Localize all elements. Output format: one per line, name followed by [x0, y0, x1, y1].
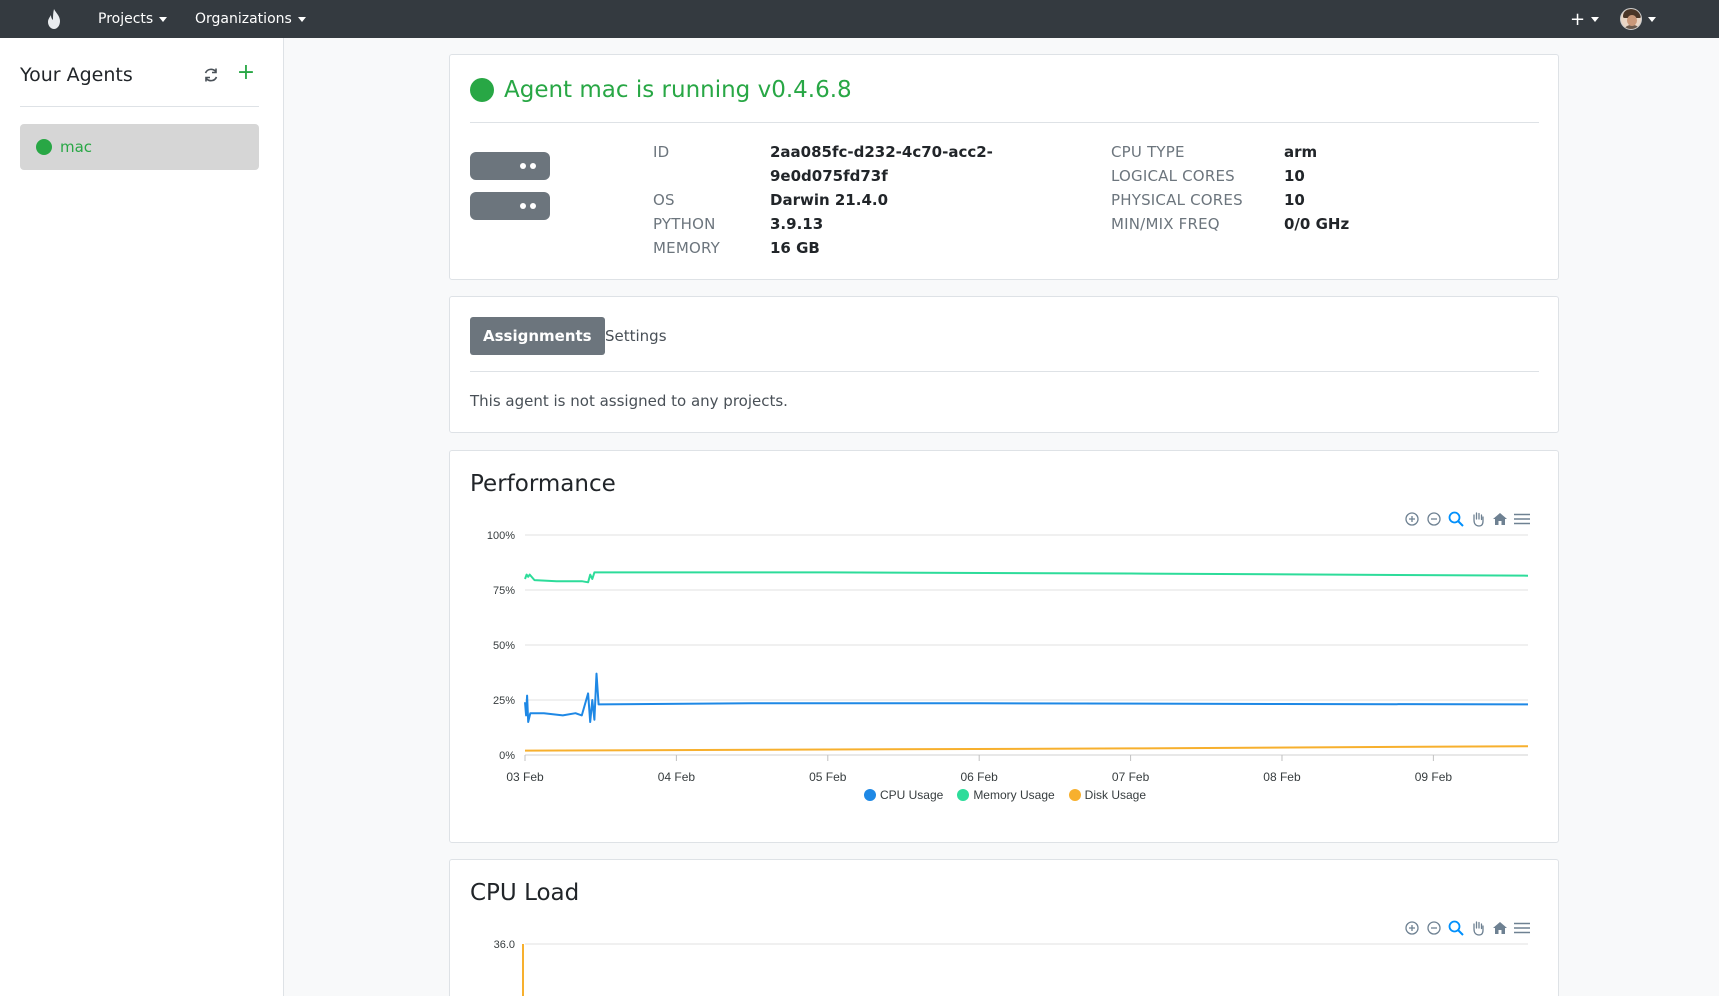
- refresh-icon[interactable]: [202, 66, 222, 86]
- server-icon: [470, 152, 550, 180]
- x-tick-label: 08 Feb: [1263, 770, 1301, 784]
- sidebar-item-label: mac: [60, 138, 93, 156]
- legend-item-memory[interactable]: Memory Usage: [957, 788, 1055, 802]
- plus-icon: +: [1570, 8, 1586, 30]
- freq-label: MIN/MIX FREQ: [1111, 215, 1220, 233]
- x-tick-label: 03 Feb: [506, 770, 544, 784]
- legend-marker: [957, 789, 970, 801]
- avatar: [1620, 8, 1642, 30]
- x-tick-label: 04 Feb: [658, 770, 696, 784]
- legend-item-disk[interactable]: Disk Usage: [1068, 788, 1147, 802]
- chevron-down-icon: [297, 16, 306, 22]
- status-dot: [36, 139, 52, 155]
- divider: [470, 122, 1539, 123]
- os-label: OS: [653, 191, 675, 209]
- add-menu[interactable]: +: [1570, 0, 1600, 38]
- os-value: Darwin 21.4.0: [770, 191, 889, 209]
- series-line-2: [524, 745, 1529, 752]
- cpu-load-chart: 36.0: [494, 939, 1528, 996]
- cpu-type-label: CPU TYPE: [1111, 143, 1185, 161]
- memory-value: 16 GB: [770, 239, 820, 257]
- legend-label: Memory Usage: [973, 788, 1055, 802]
- tab-assignments[interactable]: Assignments: [470, 317, 605, 355]
- empty-assignments-message: This agent is not assigned to any projec…: [470, 392, 788, 410]
- series-line-0: [524, 672, 1529, 723]
- id-label: ID: [653, 143, 670, 161]
- chart-legend: CPU Usage Memory Usage Disk Usage: [450, 788, 1560, 802]
- cpu-load-card: CPU Load 36.0: [449, 859, 1559, 996]
- y-tick-label: 50%: [493, 640, 515, 652]
- agents-sidebar: Your Agents + mac: [0, 38, 284, 996]
- status-dot: [470, 78, 494, 102]
- sidebar-item-mac[interactable]: mac: [20, 124, 259, 170]
- python-value: 3.9.13: [770, 215, 824, 233]
- legend-marker: [863, 789, 876, 801]
- x-tick-label: 09 Feb: [1415, 770, 1453, 784]
- series-line-1: [524, 571, 1529, 584]
- legend-label: CPU Usage: [879, 788, 944, 802]
- organizations-menu[interactable]: Organizations: [195, 0, 306, 38]
- chevron-down-icon: [1648, 16, 1656, 22]
- x-tick-label: 06 Feb: [961, 770, 999, 784]
- legend-marker: [1068, 789, 1081, 801]
- flame-logo-icon[interactable]: [42, 6, 66, 32]
- python-label: PYTHON: [653, 215, 716, 233]
- y-tick-label: 0%: [499, 750, 515, 762]
- add-agent-button[interactable]: +: [236, 62, 256, 84]
- physical-cores-value: 10: [1284, 191, 1305, 209]
- id-value: 2aa085fc-d232-4c70-acc2-: [770, 143, 993, 161]
- divider: [470, 371, 1539, 372]
- performance-card: Performance 100% 75% 50% 25% 0% 03 Feb 04 Feb 0…: [449, 450, 1559, 843]
- assignments-card: Assignments Settings This agent is not a…: [449, 296, 1559, 433]
- agent-status-title: Agent mac is running v0.4.6.8: [470, 77, 852, 103]
- legend-item-cpu[interactable]: CPU Usage: [863, 788, 944, 802]
- y-tick-label: 100%: [487, 530, 515, 542]
- chevron-down-icon: [1591, 16, 1600, 22]
- cpu-type-value: arm: [1284, 143, 1318, 161]
- logical-cores-value: 10: [1284, 167, 1305, 185]
- legend-label: Disk Usage: [1084, 788, 1147, 802]
- sidebar-title: Your Agents: [20, 64, 133, 86]
- top-navbar: Projects Organizations +: [0, 0, 1719, 38]
- agent-info-card: Agent mac is running v0.4.6.8 ID 2aa085f…: [449, 54, 1559, 280]
- chevron-down-icon: [159, 16, 168, 22]
- divider: [20, 106, 259, 107]
- projects-menu[interactable]: Projects: [98, 0, 168, 38]
- agent-status-text: Agent mac is running v0.4.6.8: [504, 77, 852, 103]
- freq-value: 0/0 GHz: [1284, 215, 1350, 233]
- tab-settings[interactable]: Settings: [592, 317, 680, 355]
- performance-chart: 100% 75% 50% 25% 0% 03 Feb 04 Feb 05 Feb 06 Feb 0…: [487, 530, 1529, 784]
- user-menu[interactable]: [1620, 6, 1656, 32]
- logical-cores-label: LOGICAL CORES: [1111, 167, 1235, 185]
- y-tick-label: 75%: [493, 585, 515, 597]
- organizations-menu-label: Organizations: [195, 11, 292, 27]
- y-tick-label: 36.0: [494, 939, 515, 951]
- y-tick-label: 25%: [493, 695, 515, 707]
- id-value-continued: 9e0d075fd73f: [770, 167, 888, 185]
- x-tick-label: 07 Feb: [1112, 770, 1150, 784]
- projects-menu-label: Projects: [98, 11, 154, 27]
- server-icon: [470, 192, 550, 220]
- physical-cores-label: PHYSICAL CORES: [1111, 191, 1243, 209]
- x-tick-label: 05 Feb: [809, 770, 847, 784]
- memory-label: MEMORY: [653, 239, 720, 257]
